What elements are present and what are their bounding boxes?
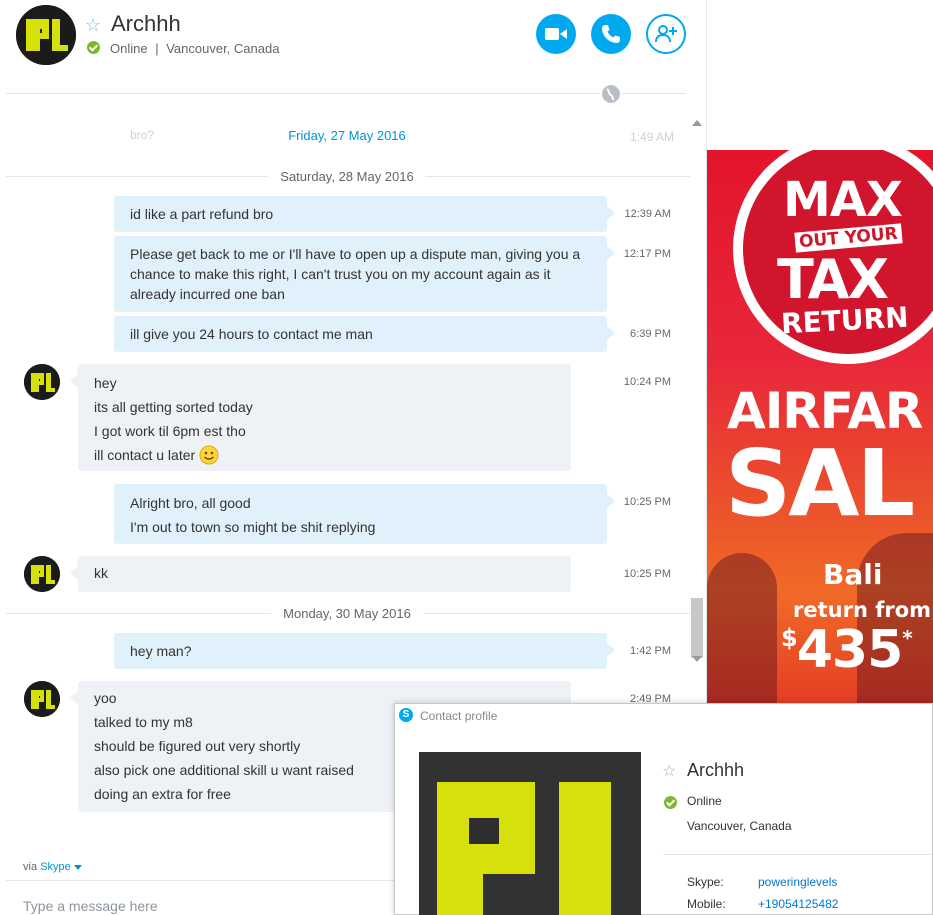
contact-profile-popup: S Contact profile ☆ Archhh Online Vancou… (394, 703, 933, 915)
faded-message-text: bro? (130, 128, 155, 142)
add-contact-button[interactable] (646, 14, 686, 54)
ad-price-value: 435 (796, 620, 904, 680)
screen: ☆ Archhh Online | Vancouver, Canada bro? (0, 0, 933, 915)
message-line: chance to make this right, I can't trust… (130, 266, 551, 282)
via-label: via (23, 861, 38, 873)
message-scrollbar[interactable] (690, 118, 704, 666)
contact-avatar[interactable] (16, 5, 76, 65)
header-divider (6, 93, 686, 94)
ad-asterisk: * (902, 626, 913, 650)
message-line-text: ill contact u later (94, 447, 196, 463)
status-separator: | (155, 41, 159, 56)
online-status-icon (664, 796, 677, 809)
outgoing-message[interactable]: hey man? (114, 633, 615, 669)
incoming-message[interactable]: kk (70, 556, 571, 592)
ad-return-text: RETURN (780, 300, 910, 341)
message-line: id like a part refund bro (130, 206, 274, 222)
advertisement-banner[interactable]: MAX OUT YOUR TAX RETURN AIRFAR SAL Bali … (707, 150, 933, 703)
contact-avatar-small[interactable] (24, 364, 60, 400)
profile-divider (663, 854, 932, 855)
online-status-icon (87, 41, 100, 54)
message-time: 1:42 PM (630, 645, 671, 657)
skype-label: Skype: (687, 875, 724, 889)
incoming-message[interactable]: hey its all getting sorted today I got w… (70, 364, 571, 471)
ad-destination: Bali (823, 558, 883, 591)
add-contact-icon (655, 25, 677, 43)
popup-titlebar[interactable]: S Contact profile (395, 704, 932, 728)
skype-id-link[interactable]: poweringlevels (758, 875, 837, 889)
popup-title: Contact profile (420, 709, 498, 723)
composer-divider (6, 880, 396, 881)
smiley-emoticon-icon (199, 445, 219, 465)
message-input[interactable]: Type a message here (23, 898, 158, 914)
message-line: ill give you 24 hours to contact me man (130, 326, 373, 342)
contact-name: Archhh (111, 11, 181, 36)
message-line: Please get back to me or I'll have to op… (130, 246, 581, 262)
faded-message-time: 1:49 AM (630, 130, 675, 144)
status-text: Online (110, 41, 148, 56)
date-label: Monday, 30 May 2016 (271, 606, 423, 621)
message-line: kk (94, 565, 108, 581)
message-line: hey man? (130, 643, 192, 659)
video-call-button[interactable] (536, 14, 576, 54)
sticky-date-label: Friday, 27 May 2016 (288, 128, 406, 143)
outgoing-message[interactable]: Alright bro, all good I'm out to town so… (114, 484, 615, 544)
globe-icon (600, 83, 622, 105)
profile-location: Vancouver, Canada (687, 819, 792, 833)
ad-sale-text: SAL (725, 430, 915, 537)
audio-call-button[interactable] (591, 14, 631, 54)
profile-name: Archhh (687, 760, 745, 780)
message-time: 10:24 PM (623, 376, 671, 388)
message-line: I'm out to town so might be shit replyin… (130, 519, 376, 535)
mobile-label: Mobile: (687, 897, 726, 911)
message-time: 6:39 PM (630, 328, 671, 340)
ad-currency: $ (781, 624, 798, 652)
video-call-icon (545, 28, 567, 40)
message-line: already incurred one ban (130, 286, 285, 302)
message-time: 10:25 PM (623, 568, 671, 580)
ad-max-text: MAX (783, 172, 903, 228)
ad-tax-text: TAX (777, 248, 889, 311)
location-text: Vancouver, Canada (166, 41, 280, 56)
mobile-number-link[interactable]: +19054125482 (758, 897, 838, 911)
profile-status: Online (687, 794, 722, 808)
scroll-down-icon[interactable] (692, 656, 702, 662)
outgoing-message[interactable]: Please get back to me or I'll have to op… (114, 236, 615, 312)
message-line: I got work til 6pm est tho (94, 423, 246, 439)
scroll-up-icon[interactable] (692, 120, 702, 126)
favorite-star-icon[interactable]: ☆ (85, 15, 101, 36)
chevron-down-icon[interactable] (73, 864, 82, 870)
contact-avatar-small[interactable] (24, 556, 60, 592)
message-time: 12:39 AM (624, 208, 671, 220)
contact-status-line: Online | Vancouver, Canada (110, 41, 279, 56)
ad-return-from: return from (793, 598, 932, 622)
profile-photo (419, 752, 641, 915)
skype-logo-icon: S (399, 708, 413, 722)
message-line: hey (94, 375, 117, 391)
message-line: Alright bro, all good (130, 495, 251, 511)
via-skype-link[interactable]: Skype (40, 861, 71, 873)
contact-avatar-small[interactable] (24, 681, 60, 717)
message-line: ill contact u later (94, 443, 555, 467)
ad-price: $435* (781, 620, 913, 680)
message-line: its all getting sorted today (94, 399, 253, 415)
date-label: Saturday, 28 May 2016 (268, 169, 426, 184)
palm-silhouette (707, 553, 777, 703)
message-time: 12:17 PM (623, 248, 671, 260)
via-skype-selector[interactable]: via Skype (23, 861, 82, 873)
phone-call-icon (602, 25, 620, 43)
message-time: 10:25 PM (623, 496, 671, 508)
outgoing-message[interactable]: ill give you 24 hours to contact me man (114, 316, 615, 352)
outgoing-message[interactable]: id like a part refund bro (114, 196, 615, 232)
favorite-star-icon[interactable]: ☆ (662, 761, 676, 781)
scrollbar-thumb[interactable] (691, 598, 703, 658)
